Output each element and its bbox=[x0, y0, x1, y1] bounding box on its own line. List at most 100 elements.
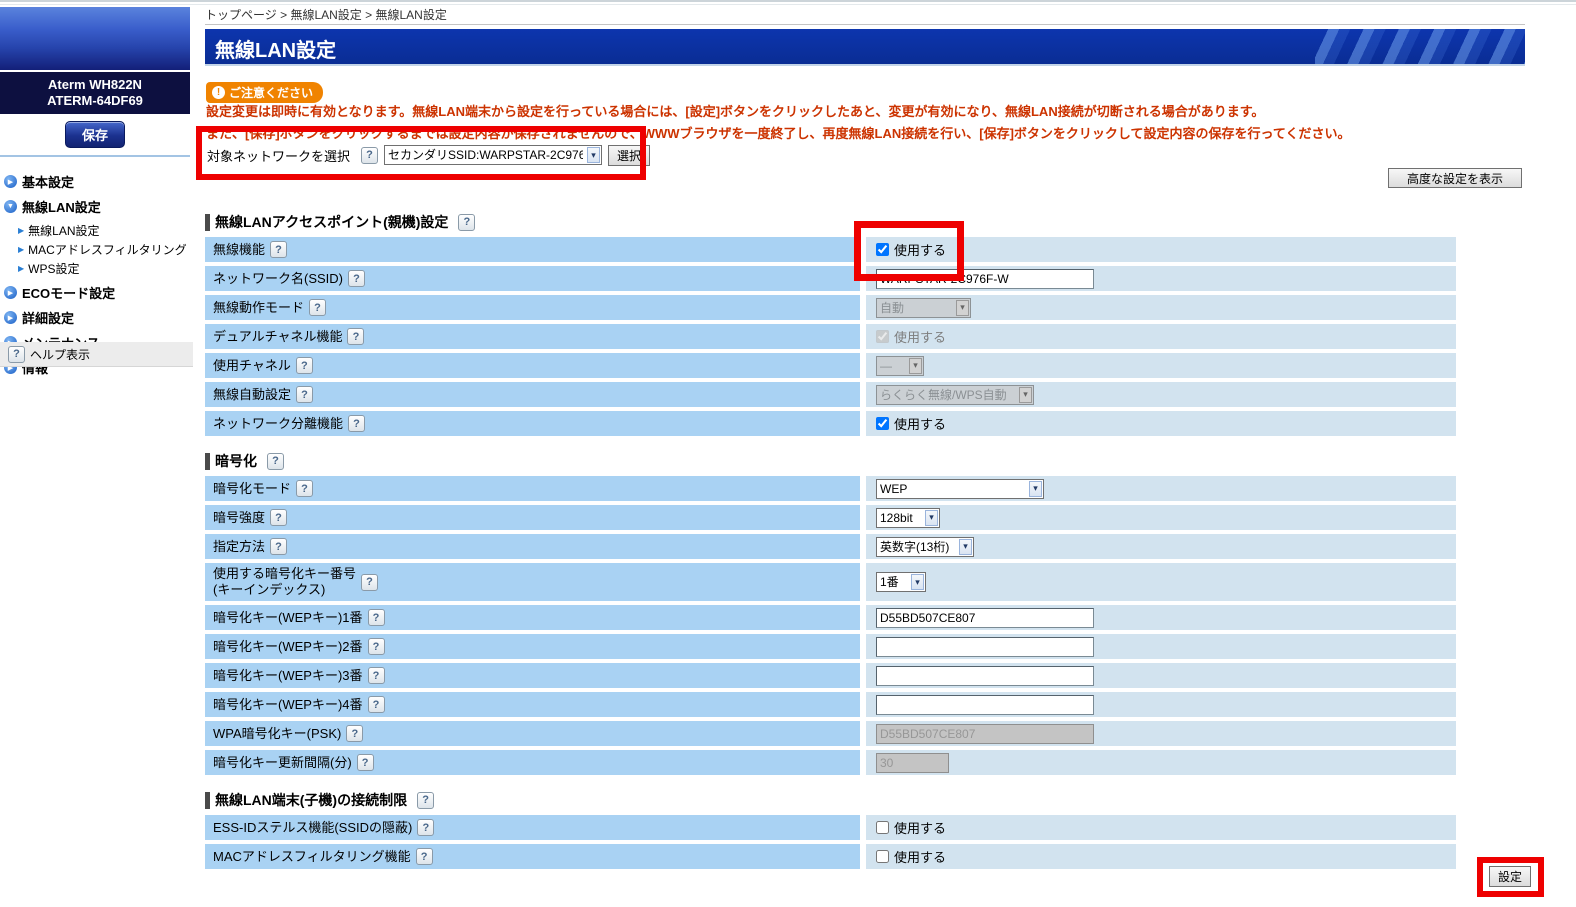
row-select[interactable]: 自動 bbox=[876, 298, 971, 318]
checkbox-label: 使用する bbox=[894, 240, 946, 259]
row-label: 暗号化キー更新間隔(分) bbox=[213, 755, 352, 771]
help-icon[interactable]: ? bbox=[309, 299, 326, 316]
row-label-cell: 使用する暗号化キー番号(キーインデックス)? bbox=[205, 563, 860, 601]
settings-row: 暗号化キー(WEPキー)1番? bbox=[205, 605, 1456, 630]
save-button[interactable]: 保存 bbox=[65, 121, 125, 148]
row-text-input[interactable] bbox=[876, 269, 1094, 289]
page-title-bar: 無線LAN設定 bbox=[205, 29, 1525, 66]
help-icon[interactable]: ? bbox=[348, 270, 365, 287]
help-icon[interactable]: ? bbox=[416, 848, 433, 865]
row-text-input[interactable] bbox=[876, 666, 1094, 686]
row-value-cell: 使用する bbox=[866, 411, 1456, 436]
help-icon[interactable]: ? bbox=[348, 415, 365, 432]
row-select[interactable]: — bbox=[876, 356, 924, 376]
sidebar-item-label: 基本設定 bbox=[22, 172, 74, 191]
top-border-line-2 bbox=[0, 4, 1576, 5]
settings-row: MACアドレスフィルタリング機能?使用する bbox=[205, 844, 1456, 869]
sidebar-item[interactable]: ▼無線LAN設定 bbox=[4, 197, 188, 216]
row-value-cell: 128bit bbox=[866, 505, 1456, 530]
row-label-cell: 暗号化キー(WEPキー)1番? bbox=[205, 605, 860, 630]
help-icon[interactable]: ? bbox=[346, 725, 363, 742]
row-value-cell: 使用する bbox=[866, 844, 1456, 869]
row-label: ネットワーク名(SSID) bbox=[213, 271, 343, 287]
row-checkbox[interactable] bbox=[876, 850, 889, 863]
row-checkbox[interactable] bbox=[876, 417, 889, 430]
help-icon[interactable]: ? bbox=[296, 386, 313, 403]
network-select[interactable]: セカンダリSSID:WARPSTAR-2C976F-W bbox=[384, 145, 602, 165]
help-icon[interactable]: ? bbox=[368, 696, 385, 713]
help-icon[interactable]: ? bbox=[361, 147, 378, 164]
row-checkbox[interactable] bbox=[876, 330, 889, 343]
help-icon[interactable]: ? bbox=[270, 509, 287, 526]
advanced-settings-button[interactable]: 高度な設定を表示 bbox=[1388, 168, 1522, 188]
row-text-input[interactable] bbox=[876, 695, 1094, 715]
help-icon[interactable]: ? bbox=[417, 792, 434, 809]
row-select[interactable]: 1番 bbox=[876, 572, 926, 592]
row-label-cell: 無線機能? bbox=[205, 237, 860, 262]
help-icon[interactable]: ? bbox=[417, 819, 434, 836]
settings-row: ESS-IDステルス機能(SSIDの隠蔽)?使用する bbox=[205, 815, 1456, 840]
network-select-button[interactable]: 選択 bbox=[608, 145, 650, 166]
row-select-wrap: らくらく無線/WPS自動 bbox=[876, 385, 1034, 405]
row-label-cell: デュアルチャネル機能? bbox=[205, 324, 860, 349]
sidebar-subitem-label: MACアドレスフィルタリング bbox=[28, 241, 186, 258]
help-icon[interactable]: ? bbox=[368, 609, 385, 626]
settings-row: 暗号強度?128bit bbox=[205, 505, 1456, 530]
sidebar-logo-banner bbox=[0, 7, 190, 70]
sidebar-item[interactable]: ▶ECOモード設定 bbox=[4, 283, 188, 302]
checkbox-option: 使用する bbox=[876, 240, 946, 259]
help-icon[interactable]: ? bbox=[270, 241, 287, 258]
help-icon[interactable]: ? bbox=[458, 214, 475, 231]
row-select[interactable]: 128bit bbox=[876, 508, 940, 528]
checkbox-option: 使用する bbox=[876, 847, 946, 866]
breadcrumb-item[interactable]: 無線LAN設定 bbox=[290, 8, 361, 22]
device-name-panel: Aterm WH822N ATERM-64DF69 bbox=[0, 72, 190, 114]
row-label: 指定方法 bbox=[213, 539, 265, 555]
row-checkbox[interactable] bbox=[876, 821, 889, 834]
row-label-cell: ネットワーク名(SSID)? bbox=[205, 266, 860, 291]
help-icon[interactable]: ? bbox=[267, 453, 284, 470]
sidebar-subitem[interactable]: ▶WPS設定 bbox=[18, 260, 188, 277]
triangle-icon: ▶ bbox=[18, 226, 24, 235]
exclamation-icon: ! bbox=[212, 86, 225, 99]
help-icon[interactable]: ? bbox=[270, 538, 287, 555]
help-icon[interactable]: ? bbox=[347, 328, 364, 345]
help-icon[interactable]: ? bbox=[296, 357, 313, 374]
submit-button[interactable]: 設定 bbox=[1489, 866, 1531, 887]
row-label: 無線機能 bbox=[213, 242, 265, 258]
breadcrumb-item[interactable]: 無線LAN設定 bbox=[376, 8, 447, 22]
row-value-cell bbox=[866, 721, 1456, 746]
breadcrumb-item[interactable]: トップページ bbox=[205, 8, 277, 22]
row-label-cell: 暗号化キー更新間隔(分)? bbox=[205, 750, 860, 775]
row-value-cell: — bbox=[866, 353, 1456, 378]
row-select[interactable]: らくらく無線/WPS自動 bbox=[876, 385, 1034, 405]
warning-text-2: また、[保存]ボタンをクリックするまでは設定内容が保存されませんので、WWWブラ… bbox=[206, 123, 1351, 142]
row-value-cell: 1番 bbox=[866, 563, 1456, 601]
sidebar-item-label: ECOモード設定 bbox=[22, 283, 115, 302]
row-text-input[interactable] bbox=[876, 724, 1094, 744]
router-settings-page: Aterm WH822N ATERM-64DF69 保存 ▶基本設定▼無線LAN… bbox=[0, 0, 1576, 907]
row-select[interactable]: WEP bbox=[876, 479, 1044, 499]
row-text-input[interactable] bbox=[876, 637, 1094, 657]
help-icon[interactable]: ? bbox=[368, 638, 385, 655]
help-icon[interactable]: ? bbox=[296, 480, 313, 497]
sidebar-item[interactable]: ▶基本設定 bbox=[4, 172, 188, 191]
sidebar-item[interactable]: ▶詳細設定 bbox=[4, 308, 188, 327]
row-text-input[interactable] bbox=[876, 753, 949, 773]
row-label: デュアルチャネル機能 bbox=[213, 329, 342, 345]
row-select-wrap: 自動 bbox=[876, 298, 971, 318]
section-title: 無線LAN端末(子機)の接続制限 bbox=[215, 790, 407, 810]
help-icon[interactable]: ? bbox=[361, 574, 378, 591]
settings-row: 暗号化キー(WEPキー)4番? bbox=[205, 692, 1456, 717]
row-text-input[interactable] bbox=[876, 608, 1094, 628]
help-icon[interactable]: ? bbox=[357, 754, 374, 771]
settings-row: 暗号化キー(WEPキー)2番? bbox=[205, 634, 1456, 659]
row-checkbox[interactable] bbox=[876, 243, 889, 256]
row-select[interactable]: 英数字(13桁) bbox=[876, 537, 974, 557]
row-value-cell: 自動 bbox=[866, 295, 1456, 320]
help-link[interactable]: ? ヘルプ表示 bbox=[0, 342, 193, 367]
help-icon[interactable]: ? bbox=[368, 667, 385, 684]
row-label: WPA暗号化キー(PSK) bbox=[213, 726, 341, 742]
sidebar-subitem[interactable]: ▶MACアドレスフィルタリング bbox=[18, 241, 188, 258]
sidebar-subitem[interactable]: ▶無線LAN設定 bbox=[18, 222, 188, 239]
